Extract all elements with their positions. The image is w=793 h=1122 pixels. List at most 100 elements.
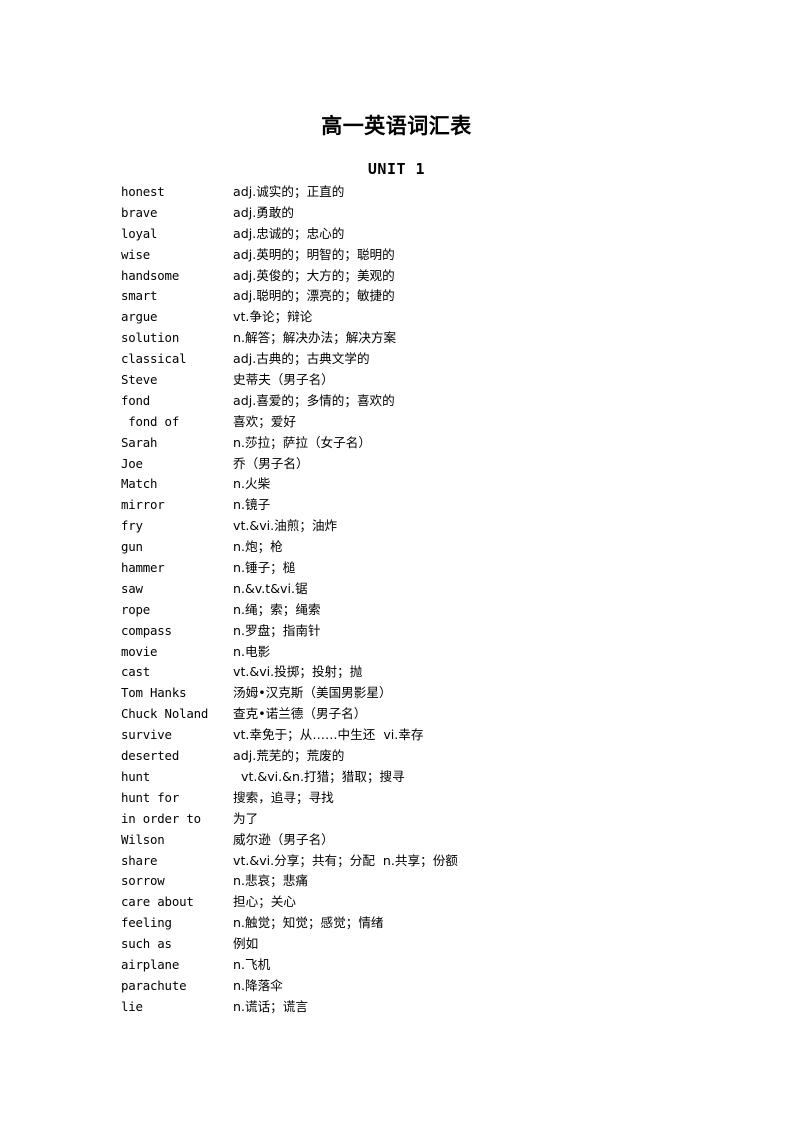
- vocabulary-definition: n.降落伞: [233, 977, 283, 993]
- vocabulary-definition: adj.英俊的；大方的；美观的: [233, 267, 395, 283]
- vocabulary-word: hunt for: [121, 789, 180, 805]
- vocabulary-word: such as: [121, 936, 172, 952]
- vocabulary-definition: n.火柴: [233, 476, 271, 492]
- vocabulary-definition: n.&v.t&vi.锯: [233, 580, 308, 596]
- vocabulary-definition: n.莎拉；萨拉（女子名）: [233, 434, 371, 450]
- vocabulary-row: movie n.电影: [121, 642, 741, 663]
- vocabulary-row: Sarah n.莎拉；萨拉（女子名）: [121, 433, 741, 454]
- vocabulary-row: fond of 喜欢；爱好: [121, 412, 741, 433]
- vocabulary-row: care about 担心；关心: [121, 892, 741, 913]
- vocabulary-word: saw: [121, 580, 143, 596]
- vocabulary-definition: 威尔逊（男子名）: [233, 831, 334, 847]
- vocabulary-definition: vt.争论；辩论: [233, 309, 313, 325]
- vocabulary-definition: adj.古典的；古典文学的: [233, 351, 370, 367]
- vocabulary-word: Match: [121, 476, 158, 492]
- vocabulary-row: brave adj.勇敢的: [121, 203, 741, 224]
- vocabulary-row: honest adj.诚实的；正直的: [121, 182, 741, 203]
- vocabulary-row: share vt.&vi.分享；共有；分配 n.共享；份额: [121, 851, 741, 872]
- vocabulary-definition: vt.&vi.分享；共有；分配 n.共享；份额: [233, 852, 458, 868]
- vocabulary-definition: vt.幸免于；从……中生还 vi.幸存: [233, 727, 424, 743]
- vocabulary-definition: n.锤子；槌: [233, 560, 296, 576]
- vocabulary-row: Tom Hanks 汤姆•汉克斯（美国男影星）: [121, 683, 741, 704]
- vocabulary-row: deserted adj.荒芜的；荒废的: [121, 746, 741, 767]
- vocabulary-row: survive vt.幸免于；从……中生还 vi.幸存: [121, 725, 741, 746]
- vocabulary-definition: n.飞机: [233, 956, 271, 972]
- vocabulary-word: solution: [121, 330, 180, 346]
- vocabulary-word: mirror: [121, 497, 165, 513]
- vocabulary-row: solution n.解答；解决办法；解决方案: [121, 328, 741, 349]
- vocabulary-word: Sarah: [121, 434, 158, 450]
- vocabulary-definition: n.悲哀；悲痛: [233, 873, 308, 889]
- vocabulary-word: rope: [121, 601, 151, 617]
- vocabulary-row: feeling n.触觉；知觉；感觉；情绪: [121, 913, 741, 934]
- vocabulary-definition: adj.勇敢的: [233, 204, 294, 220]
- vocabulary-word: feeling: [121, 915, 172, 931]
- vocabulary-row: such as 例如: [121, 934, 741, 955]
- page-title: 高一英语词汇表: [321, 114, 472, 139]
- vocabulary-word: sorrow: [121, 873, 165, 889]
- vocabulary-definition: adj.荒芜的；荒废的: [233, 748, 345, 764]
- vocabulary-word: airplane: [121, 956, 180, 972]
- vocabulary-word: survive: [121, 727, 172, 743]
- vocabulary-row: hunt vt.&vi.&n.打猎；猎取；搜寻: [121, 767, 741, 788]
- vocabulary-definition: adj.忠诚的；忠心的: [233, 225, 345, 241]
- vocabulary-word: hunt: [121, 768, 151, 784]
- vocabulary-definition: 担心；关心: [233, 894, 296, 910]
- vocabulary-row: handsome adj.英俊的；大方的；美观的: [121, 266, 741, 287]
- vocabulary-definition: adj.英明的；明智的；聪明的: [233, 246, 395, 262]
- unit-heading: UNIT 1: [367, 160, 426, 178]
- vocabulary-row: Joe 乔（男子名）: [121, 454, 741, 475]
- vocabulary-definition: n.炮；枪: [233, 539, 283, 555]
- vocabulary-row: hunt for 搜索，追寻；寻找: [121, 788, 741, 809]
- vocabulary-word: honest: [121, 184, 165, 199]
- vocabulary-definition: adj.喜爱的；多情的；喜欢的: [233, 392, 395, 408]
- vocabulary-definition: vt.&vi.投掷；投射；抛: [233, 664, 363, 680]
- vocabulary-row: classical adj.古典的；古典文学的: [121, 349, 741, 370]
- vocabulary-definition: 汤姆•汉克斯（美国男影星）: [233, 685, 392, 701]
- vocabulary-row: compass n.罗盘；指南针: [121, 621, 741, 642]
- vocabulary-row: Wilson 威尔逊（男子名）: [121, 830, 741, 851]
- vocabulary-row: in order to 为了: [121, 809, 741, 830]
- vocabulary-definition: 为了: [233, 810, 259, 826]
- vocabulary-definition: vt.&vi.油煎；油炸: [233, 518, 338, 534]
- vocabulary-row: gun n.炮；枪: [121, 537, 741, 558]
- vocabulary-word: wise: [121, 246, 151, 262]
- vocabulary-row: loyal adj.忠诚的；忠心的: [121, 224, 741, 245]
- vocabulary-row: mirror n.镜子: [121, 495, 741, 516]
- vocabulary-word: deserted: [121, 748, 180, 764]
- vocabulary-word: Tom Hanks: [121, 685, 187, 701]
- vocabulary-row: wise adj.英明的；明智的；聪明的: [121, 245, 741, 266]
- vocabulary-definition: adj.诚实的；正直的: [233, 184, 345, 199]
- vocabulary-definition: vt.&vi.&n.打猎；猎取；搜寻: [233, 768, 405, 784]
- vocabulary-row: rope n.绳；索；绳索: [121, 600, 741, 621]
- vocabulary-word: lie: [121, 998, 143, 1014]
- vocabulary-word: Steve: [121, 372, 158, 388]
- vocabulary-word: parachute: [121, 977, 187, 993]
- vocabulary-row: cast vt.&vi.投掷；投射；抛: [121, 662, 741, 683]
- vocabulary-definition: n.电影: [233, 643, 271, 659]
- vocabulary-word: Wilson: [121, 831, 165, 847]
- vocabulary-definition: adj.聪明的；漂亮的；敏捷的: [233, 288, 395, 304]
- vocabulary-word: hammer: [121, 560, 165, 576]
- vocabulary-word: fond of: [121, 413, 180, 429]
- vocabulary-word: argue: [121, 309, 158, 325]
- vocabulary-row: airplane n.飞机: [121, 955, 741, 976]
- vocabulary-row: fond adj.喜爱的；多情的；喜欢的: [121, 391, 741, 412]
- vocabulary-definition: n.绳；索；绳索: [233, 601, 321, 617]
- vocabulary-row: hammer n.锤子；槌: [121, 558, 741, 579]
- vocabulary-word: cast: [121, 664, 151, 680]
- vocabulary-definition: 喜欢；爱好: [233, 413, 296, 429]
- vocabulary-definition: 例如: [233, 936, 259, 952]
- vocabulary-definition: n.谎话；谎言: [233, 998, 308, 1014]
- vocabulary-definition: n.解答；解决办法；解决方案: [233, 330, 397, 346]
- vocabulary-word: gun: [121, 539, 143, 555]
- vocabulary-row: parachute n.降落伞: [121, 976, 741, 997]
- vocabulary-word: compass: [121, 622, 172, 638]
- vocabulary-row: Match n.火柴: [121, 474, 741, 495]
- vocabulary-word: loyal: [121, 225, 158, 241]
- vocabulary-row: lie n.谎话；谎言: [121, 997, 741, 1018]
- vocabulary-definition: n.触觉；知觉；感觉；情绪: [233, 915, 384, 931]
- vocabulary-word: classical: [121, 351, 187, 367]
- vocabulary-row: smart adj.聪明的；漂亮的；敏捷的: [121, 286, 741, 307]
- vocabulary-word: movie: [121, 643, 158, 659]
